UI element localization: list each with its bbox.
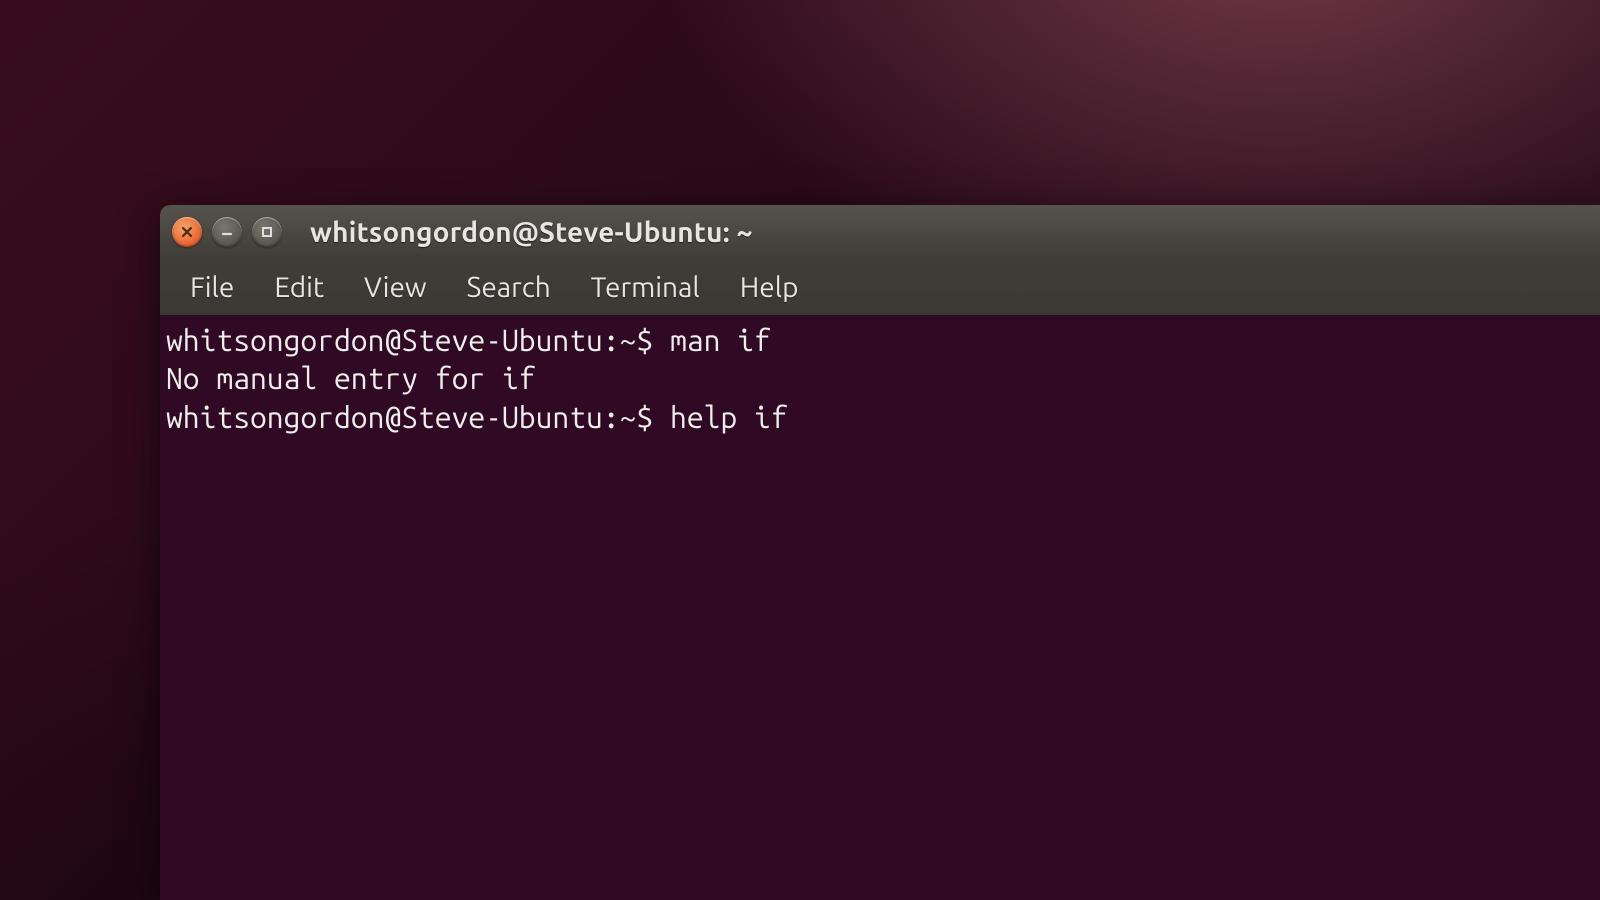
command-text: man if — [670, 323, 771, 357]
menu-help[interactable]: Help — [720, 266, 819, 309]
window-controls — [172, 217, 282, 247]
maximize-icon — [260, 225, 274, 239]
terminal-line: whitsongordon@Steve-Ubuntu:~$ help if — [166, 398, 1594, 436]
close-icon — [180, 225, 194, 239]
menu-view[interactable]: View — [344, 266, 447, 309]
menubar: File Edit View Search Terminal Help — [160, 259, 1600, 315]
terminal-line: whitsongordon@Steve-Ubuntu:~$ man if — [166, 321, 1594, 359]
window-title: whitsongordon@Steve-Ubuntu: ~ — [310, 217, 753, 248]
terminal-body[interactable]: whitsongordon@Steve-Ubuntu:~$ man ifNo m… — [160, 315, 1600, 900]
titlebar[interactable]: whitsongordon@Steve-Ubuntu: ~ — [160, 205, 1600, 259]
terminal-window: whitsongordon@Steve-Ubuntu: ~ File Edit … — [160, 205, 1600, 900]
prompt: whitsongordon@Steve-Ubuntu:~$ — [166, 400, 653, 434]
maximize-button[interactable] — [252, 217, 282, 247]
minimize-button[interactable] — [212, 217, 242, 247]
menu-edit[interactable]: Edit — [254, 266, 344, 309]
menu-terminal[interactable]: Terminal — [571, 266, 720, 309]
minimize-icon — [220, 225, 234, 239]
terminal-line: No manual entry for if — [166, 359, 1594, 397]
command-text: help if — [670, 400, 788, 434]
prompt: whitsongordon@Steve-Ubuntu:~$ — [166, 323, 653, 357]
menu-search[interactable]: Search — [447, 266, 571, 309]
menu-file[interactable]: File — [170, 266, 254, 309]
output-text: No manual entry for if — [166, 361, 536, 395]
close-button[interactable] — [172, 217, 202, 247]
